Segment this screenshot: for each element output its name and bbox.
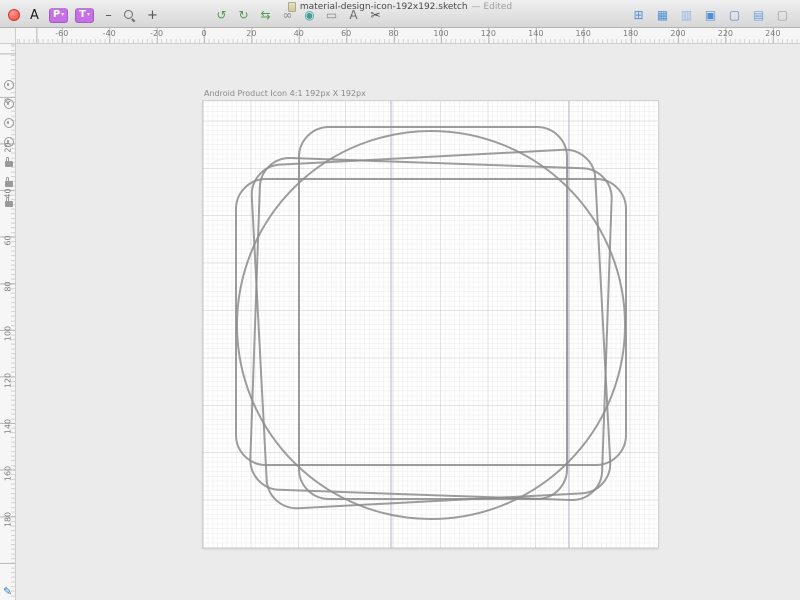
horizontal-ruler[interactable]: -60 -40 -20 0 20 40 60 80 100 120 140 160 180 200 220 2… [16,28,800,44]
distribute-icon[interactable]: ▤ [751,7,766,23]
h-ruler-label: 80 [389,29,399,38]
v-ruler-label: 180 [4,512,13,528]
ungroup-icon[interactable]: ▢ [727,7,742,23]
layer-lock-toggle-lock-icon[interactable] [5,201,13,207]
zoom-out-button[interactable]: – [101,7,116,23]
zoom-loupe-icon[interactable] [123,9,138,22]
v-ruler-label: 80 [4,279,13,295]
layer-lock-toggle-lock-icon[interactable] [5,181,13,187]
caret-down-icon: ▾ [87,12,90,18]
h-ruler-label: -20 [150,29,163,38]
keyline-rect[interactable] [299,127,567,499]
grid-view-icon[interactable]: ⊞ [631,7,646,23]
zoom-in-button[interactable]: + [145,7,160,23]
keyline-rect[interactable] [249,157,612,501]
h-ruler-label: 220 [718,29,733,38]
group-icon[interactable]: ▣ [703,7,718,23]
bring-forward-icon[interactable]: ▦ [655,7,670,23]
v-ruler-label: 60 [4,232,13,248]
h-ruler-label: 60 [341,29,351,38]
pencil-style-preset-button[interactable]: P▾ [49,8,68,23]
layer-visible-toggle-eye-icon[interactable] [4,99,14,109]
caret-down-icon: ▾ [61,12,64,18]
h-ruler-label: 100 [433,29,448,38]
layer-lock-toggle-lock-icon[interactable] [5,161,13,167]
artboard[interactable] [203,101,658,548]
toolbar: AP▾T▾–+ ↺↻⇆∞◉▭A✂ ⊞▦▥▣▢▤▢ material-design… [0,0,800,28]
edited-badge: — Edited [472,2,513,12]
h-ruler-label: 120 [481,29,496,38]
insert-text-tool[interactable]: A [27,7,42,23]
h-ruler-label: -60 [55,29,68,38]
text-style-preset-button[interactable]: T▾ [75,8,94,23]
h-ruler-label: 20 [246,29,256,38]
layer-visible-toggle-eye-icon[interactable] [4,118,14,128]
h-ruler-label: 40 [294,29,304,38]
v-ruler-label: 120 [4,372,13,388]
v-ruler-label: 140 [4,419,13,435]
artboard-label[interactable]: Android Product Icon 4:1 192px X 192px [204,89,366,98]
pencil-tool-icon[interactable]: ✎ [3,585,12,598]
v-ruler-label: 160 [4,465,13,481]
canvas[interactable]: Android Product Icon 4:1 192px X 192px [16,44,800,600]
layer-visible-toggle-eye-icon[interactable] [4,80,14,90]
keyline-shapes[interactable] [203,101,658,548]
h-ruler-label: -40 [103,29,116,38]
h-ruler-label: 200 [670,29,685,38]
h-ruler-label: 160 [576,29,591,38]
close-button[interactable] [8,9,20,21]
h-ruler-label: 240 [765,29,780,38]
document-title: material-design-icon-192x192.sketch [300,2,468,12]
inspector-toggle-icon[interactable]: ▢ [775,7,790,23]
send-backward-icon[interactable]: ▥ [679,7,694,23]
h-ruler-label: 140 [528,29,543,38]
window-title: material-design-icon-192x192.sketch — Ed… [180,1,620,12]
sketch-window: AP▾T▾–+ ↺↻⇆∞◉▭A✂ ⊞▦▥▣▢▤▢ material-design… [0,0,800,600]
h-ruler-label: 180 [623,29,638,38]
document-proxy-icon [288,2,296,12]
toolbar-left: A P▾ T▾– + [8,7,160,23]
keyline-rect[interactable] [250,148,612,510]
layer-visible-toggle-eye-icon[interactable] [4,137,14,147]
toolbar-right: ⊞ ▦ ▥ ▣ ▢ ▤ ▢ [631,7,790,23]
h-ruler-label: 0 [201,29,206,38]
layer-toggles [2,80,15,207]
ruler-corner [0,28,16,44]
v-ruler-label: 100 [4,326,13,342]
